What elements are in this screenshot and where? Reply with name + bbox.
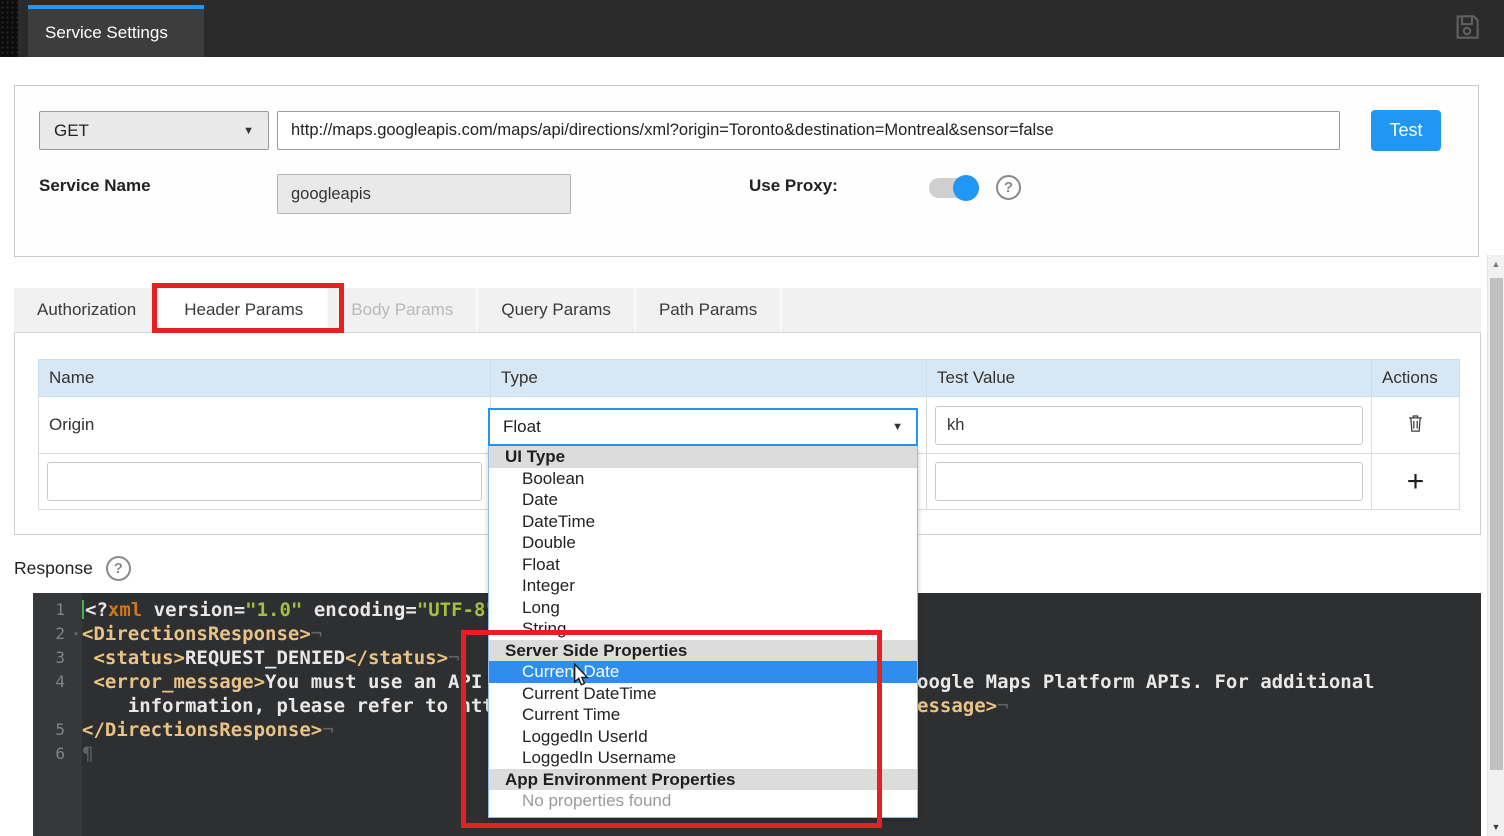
tab-query-params[interactable]: Query Params — [478, 288, 636, 332]
line-number: 5 — [33, 718, 82, 742]
option-loggedin-userid[interactable]: LoggedIn UserId — [489, 726, 917, 748]
top-bar: Service Settings — [0, 0, 1504, 57]
response-header: Response ? — [14, 556, 131, 581]
line-number: 4 — [33, 670, 82, 694]
type-select[interactable]: Float ▼ — [488, 408, 918, 446]
table-header-row: Name Type Test Value Actions — [39, 360, 1460, 397]
add-param-icon[interactable]: + — [1407, 467, 1425, 497]
param-tabs-bar: Authorization Header Params Body Params … — [14, 288, 1481, 333]
use-proxy-label: Use Proxy: — [749, 176, 838, 196]
option-long[interactable]: Long — [489, 597, 917, 619]
delete-param-button[interactable] — [1372, 397, 1460, 454]
tab-path-params[interactable]: Path Params — [636, 288, 782, 332]
new-param-name-input[interactable] — [47, 462, 482, 501]
type-select-value: Float — [503, 417, 541, 437]
request-config-panel: GET ▼ Test Service Name Use Proxy: ? — [14, 85, 1479, 257]
code-text: <?xml version="1.0" encoding="UTF-8"?> — [82, 598, 520, 622]
code-text: <DirectionsResponse>¬ — [82, 622, 322, 646]
line-number: 2▾ — [33, 622, 82, 646]
tab-authorization[interactable]: Authorization — [14, 288, 161, 332]
option-float[interactable]: Float — [489, 554, 917, 576]
save-icon — [1452, 12, 1482, 47]
option-current-datetime[interactable]: Current DateTime — [489, 683, 917, 705]
tab-service-settings-label: Service Settings — [45, 23, 168, 43]
code-text: </DirectionsResponse>¬ — [82, 718, 334, 742]
col-header-test-value: Test Value — [927, 360, 1372, 397]
toggle-knob — [953, 175, 979, 201]
type-dropdown: Float ▼ UI Type Boolean Date DateTime Do… — [488, 408, 918, 818]
line-number: 1 — [33, 598, 82, 622]
option-current-date[interactable]: Current Date — [489, 661, 917, 683]
option-datetime[interactable]: DateTime — [489, 511, 917, 533]
option-group-ui-type: UI Type — [489, 446, 917, 468]
service-name-label: Service Name — [39, 176, 151, 196]
http-method-value: GET — [54, 121, 89, 141]
proxy-help-icon[interactable]: ? — [996, 175, 1021, 200]
col-header-name: Name — [39, 360, 491, 397]
line-number: 6 — [33, 742, 82, 766]
service-url-input[interactable] — [277, 111, 1340, 150]
text-caret — [82, 600, 84, 619]
window-edge-texture — [0, 0, 18, 57]
response-label: Response — [14, 558, 93, 579]
trash-icon — [1407, 418, 1424, 437]
option-loggedin-username[interactable]: LoggedIn Username — [489, 747, 917, 769]
type-option-list: UI Type Boolean Date DateTime Double Flo… — [488, 446, 918, 818]
test-button[interactable]: Test — [1371, 110, 1441, 151]
option-boolean[interactable]: Boolean — [489, 468, 917, 490]
option-current-time[interactable]: Current Time — [489, 704, 917, 726]
col-header-actions: Actions — [1372, 360, 1460, 397]
col-header-type: Type — [491, 360, 927, 397]
option-no-properties: No properties found — [489, 790, 917, 812]
option-double[interactable]: Double — [489, 532, 917, 554]
tab-header-params[interactable]: Header Params — [161, 288, 328, 333]
param-name-value: Origin — [39, 415, 94, 434]
option-integer[interactable]: Integer — [489, 575, 917, 597]
test-value-input[interactable] — [935, 406, 1363, 445]
option-string[interactable]: String — [489, 618, 917, 640]
service-name-input[interactable] — [277, 174, 571, 214]
chevron-down-icon: ▼ — [243, 125, 254, 137]
scrollbar-thumb[interactable] — [1490, 278, 1503, 770]
fold-icon[interactable]: ▾ — [73, 623, 79, 647]
code-text: <status>REQUEST_DENIED</status>¬ — [82, 646, 460, 670]
scroll-up-icon[interactable]: ▲ — [1488, 255, 1504, 273]
chevron-down-icon: ▼ — [892, 421, 903, 433]
http-method-select[interactable]: GET ▼ — [39, 111, 269, 150]
line-number: 3 — [33, 646, 82, 670]
code-text: ¶ — [82, 742, 93, 766]
option-date[interactable]: Date — [489, 489, 917, 511]
tab-body-params: Body Params — [328, 288, 478, 332]
response-help-icon[interactable]: ? — [106, 556, 131, 581]
use-proxy-toggle[interactable] — [929, 175, 979, 201]
tab-service-settings[interactable]: Service Settings — [28, 5, 204, 57]
line-number — [33, 694, 82, 718]
option-group-server-side: Server Side Properties — [489, 640, 917, 662]
scroll-down-icon[interactable]: ▼ — [1488, 820, 1504, 836]
save-button[interactable] — [1451, 13, 1483, 45]
vertical-scrollbar[interactable]: ▲ ▼ — [1487, 255, 1504, 836]
option-group-app-env: App Environment Properties — [489, 769, 917, 791]
new-test-value-input[interactable] — [935, 462, 1363, 501]
